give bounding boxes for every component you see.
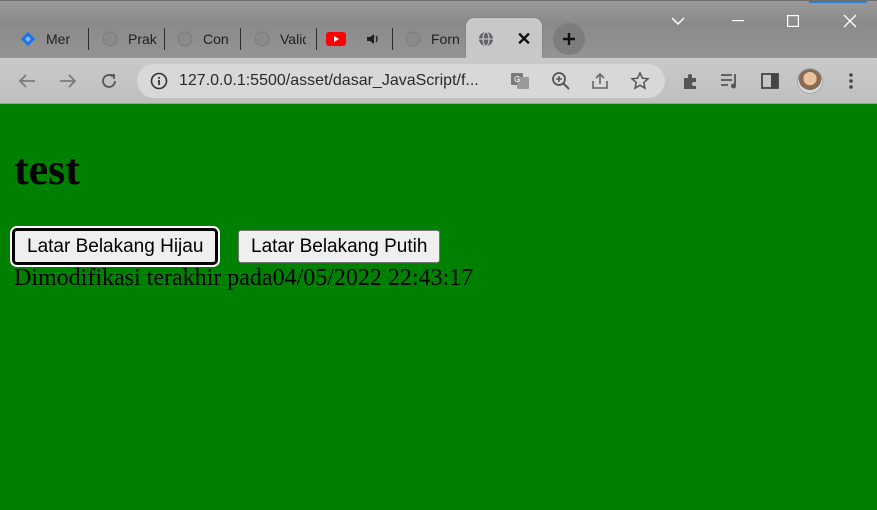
green-background-button[interactable]: Latar Belakang Hijau: [11, 228, 219, 265]
last-modified-text: Dimodifikasi terakhir pada04/05/2022 22:…: [14, 264, 473, 292]
page-content: test Latar Belakang Hijau Latar Belakang…: [0, 104, 877, 510]
reload-button[interactable]: [96, 68, 122, 94]
minimize-button[interactable]: [724, 7, 752, 35]
tab-divider: [164, 28, 165, 50]
svg-text:G: G: [514, 75, 520, 84]
bookmark-star-icon[interactable]: [630, 71, 650, 91]
menu-kebab-icon[interactable]: [840, 70, 862, 92]
browser-tab[interactable]: Prak: [102, 25, 158, 53]
tab-label: Mer: [46, 31, 71, 47]
browser-tab[interactable]: Mer: [20, 25, 78, 53]
active-browser-tab[interactable]: ✕: [466, 18, 542, 59]
minimize-icon: [732, 20, 744, 22]
maximize-button[interactable]: [779, 7, 807, 35]
tab-search-chevron-icon[interactable]: [664, 7, 692, 35]
plus-icon: [563, 33, 575, 45]
tab-label: Forn: [431, 31, 460, 47]
browser-tab[interactable]: Forn: [405, 25, 461, 53]
browser-tab[interactable]: [326, 25, 384, 53]
globe-icon: [478, 31, 494, 47]
extensions-puzzle-icon[interactable]: [680, 70, 702, 92]
zoom-icon[interactable]: [551, 71, 571, 91]
close-icon: [843, 14, 857, 28]
page-heading: test: [14, 145, 80, 194]
tab-label: Valid: [280, 31, 306, 47]
globe-icon: [102, 31, 118, 47]
maximize-icon: [787, 15, 799, 27]
close-tab-icon[interactable]: ✕: [512, 27, 536, 51]
last-modified-value: 04/05/2022 22:43:17: [272, 265, 474, 291]
speaker-icon[interactable]: [366, 32, 380, 46]
tab-divider: [316, 28, 317, 50]
globe-icon: [405, 31, 421, 47]
tab-divider: [240, 28, 241, 50]
reload-icon: [102, 74, 116, 88]
back-button[interactable]: [14, 68, 40, 94]
tab-label: Con: [203, 31, 229, 47]
profile-avatar[interactable]: [797, 68, 823, 94]
globe-icon: [254, 31, 270, 47]
forward-button[interactable]: [55, 68, 81, 94]
translate-icon[interactable]: G: [510, 71, 530, 91]
tab-divider: [88, 28, 89, 50]
media-playlist-icon[interactable]: [719, 70, 741, 92]
tab-strip: Mer Prak Con Valid Forn: [0, 0, 877, 59]
side-panel-icon[interactable]: [759, 70, 781, 92]
last-modified-label: Dimodifikasi terakhir pada: [14, 265, 273, 291]
white-background-button[interactable]: Latar Belakang Putih: [238, 230, 441, 263]
new-tab-button[interactable]: [553, 23, 585, 55]
youtube-icon: [326, 32, 346, 46]
browser-tab[interactable]: Valid: [254, 25, 306, 53]
back-arrow-icon: [18, 74, 35, 88]
globe-icon: [177, 31, 193, 47]
browser-toolbar: 127.0.0.1:5500/asset/dasar_JavaScript/f.…: [0, 58, 877, 104]
site-info-icon[interactable]: [149, 71, 169, 91]
browser-tab[interactable]: Con: [177, 25, 231, 53]
share-icon[interactable]: [590, 71, 610, 91]
tab-label: Prak: [128, 31, 157, 47]
url-text: 127.0.0.1:5500/asset/dasar_JavaScript/f.…: [179, 72, 479, 89]
tab-divider: [392, 28, 393, 50]
close-window-button[interactable]: [836, 7, 864, 35]
forward-arrow-icon: [60, 74, 77, 88]
address-bar[interactable]: 127.0.0.1:5500/asset/dasar_JavaScript/f.…: [137, 64, 665, 98]
blue-diamond-icon: [20, 31, 36, 47]
